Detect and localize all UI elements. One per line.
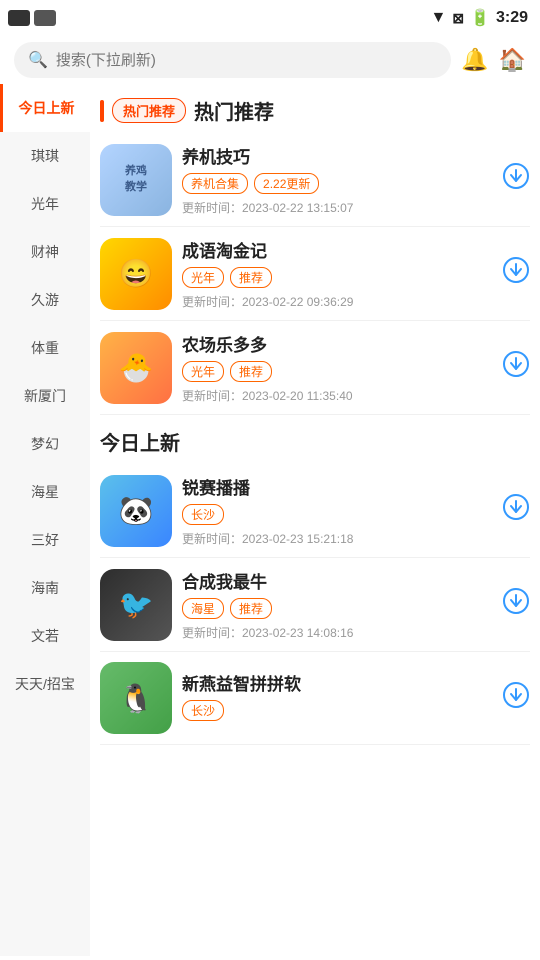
app-icon-nongchang[interactable]: 🐣 [100,332,172,404]
app-tags-xinyan: 长沙 [182,700,492,721]
tag-tuijian-chengyu[interactable]: 推荐 [230,267,272,288]
app-info-hecheng: 合成我最牛 海星 推荐 更新时间：2023-02-23 14:08:16 [182,568,492,641]
download-btn-hecheng[interactable] [502,587,530,622]
sidebar-item-menghuan[interactable]: 梦幻 [0,420,90,468]
tag-changsha-xinyan[interactable]: 长沙 [182,700,224,721]
app-icon-ruisai[interactable]: 🐼 [100,475,172,547]
app-name-hecheng: 合成我最牛 [182,568,492,593]
status-time: 3:29 [496,9,528,27]
search-icon: 🔍 [28,50,48,70]
app-item-chengyu: 😄 成语淘金记 光年 推荐 更新时间：2023-02-22 09:36:29 [100,227,530,321]
status-right: ▼ ⊠ 🔋 3:29 [430,8,528,28]
hot-tab[interactable]: 热门推荐 [112,98,186,123]
download-btn-ruisai[interactable] [502,493,530,528]
status-left-icons [8,10,56,26]
bell-icon[interactable]: 🔔 [461,47,488,73]
app-time-chengyu: 更新时间：2023-02-22 09:36:29 [182,293,492,310]
search-bar: 🔍 🔔 🏠 [0,36,540,84]
app-icon-2 [34,10,56,26]
wifi-icon: ▼ [430,9,446,27]
tag-changsha-ruisai[interactable]: 长沙 [182,504,224,525]
app-name-yangji: 养机技巧 [182,143,492,168]
app-icon-xinyan[interactable]: 🐧 [100,662,172,734]
app-icon-1 [8,10,30,26]
sidebar-item-guangnian[interactable]: 光年 [0,180,90,228]
download-btn-xinyan[interactable] [502,681,530,716]
new-section-header: 今日上新 [100,415,530,464]
hot-title: 热门推荐 [194,96,274,125]
app-name-xinyan: 新燕益智拼拼软 [182,670,492,695]
app-time-nongchang: 更新时间：2023-02-20 11:35:40 [182,387,492,404]
download-btn-yangji[interactable] [502,162,530,197]
app-info-chengyu: 成语淘金记 光年 推荐 更新时间：2023-02-22 09:36:29 [182,237,492,310]
content-area: 热门推荐 热门推荐 养鸡 教学 养机技巧 养机合集 2.22更新 更新时间：20… [90,84,540,956]
tag-tuijian-hecheng[interactable]: 推荐 [230,598,272,619]
sidebar-item-jintrishangxin[interactable]: 今日上新 [0,84,90,132]
home-icon[interactable]: 🏠 [499,47,526,73]
sidebar-item-xinxiamen[interactable]: 新厦门 [0,372,90,420]
app-item-ruisai: 🐼 锐赛播播 长沙 更新时间：2023-02-23 15:21:18 [100,464,530,558]
hot-section-header: 热门推荐 热门推荐 [100,84,530,133]
sidebar-item-haixing[interactable]: 海星 [0,468,90,516]
app-info-yangji: 养机技巧 养机合集 2.22更新 更新时间：2023-02-22 13:15:0… [182,143,492,216]
app-item-hecheng: 🐦 合成我最牛 海星 推荐 更新时间：2023-02-23 14:08:16 [100,558,530,652]
download-btn-nongchang[interactable] [502,350,530,385]
sidebar-item-hainan[interactable]: 海南 [0,564,90,612]
app-item-yangji: 养鸡 教学 养机技巧 养机合集 2.22更新 更新时间：2023-02-22 1… [100,133,530,227]
tag-haixing-hecheng[interactable]: 海星 [182,598,224,619]
app-name-nongchang: 农场乐多多 [182,331,492,356]
tag-guangnian-nongchang[interactable]: 光年 [182,361,224,382]
tag-yangjihezi[interactable]: 养机合集 [182,173,248,194]
tag-tuijian-nongchang[interactable]: 推荐 [230,361,272,382]
app-time-hecheng: 更新时间：2023-02-23 14:08:16 [182,624,492,641]
download-btn-chengyu[interactable] [502,256,530,291]
app-item-nongchang: 🐣 农场乐多多 光年 推荐 更新时间：2023-02-20 11:35:40 [100,321,530,415]
app-info-ruisai: 锐赛播播 长沙 更新时间：2023-02-23 15:21:18 [182,474,492,547]
signal-icon: ⊠ [452,10,464,27]
sidebar-item-caishen[interactable]: 财神 [0,228,90,276]
app-tags-nongchang: 光年 推荐 [182,361,492,382]
app-icon-hecheng[interactable]: 🐦 [100,569,172,641]
sidebar-item-wenruo[interactable]: 文若 [0,612,90,660]
app-icon-chengyu[interactable]: 😄 [100,238,172,310]
app-time-ruisai: 更新时间：2023-02-23 15:21:18 [182,530,492,547]
sidebar-item-tizhong[interactable]: 体重 [0,324,90,372]
app-name-chengyu: 成语淘金记 [182,237,492,262]
app-info-xinyan: 新燕益智拼拼软 长沙 [182,670,492,726]
sidebar-item-qiqi[interactable]: 琪琪 [0,132,90,180]
main-layout: 今日上新 琪琪 光年 财神 久游 体重 新厦门 梦幻 海星 三好 海南 文若 天… [0,84,540,956]
section-bar-hot [100,100,104,122]
tag-222gengxin[interactable]: 2.22更新 [254,173,319,194]
tag-guangnian-chengyu[interactable]: 光年 [182,267,224,288]
battery-icon: 🔋 [470,8,490,28]
app-time-yangji: 更新时间：2023-02-22 13:15:07 [182,199,492,216]
sidebar-item-jiuyou[interactable]: 久游 [0,276,90,324]
sidebar-item-sanhao[interactable]: 三好 [0,516,90,564]
app-info-nongchang: 农场乐多多 光年 推荐 更新时间：2023-02-20 11:35:40 [182,331,492,404]
search-input[interactable] [56,52,437,69]
app-name-ruisai: 锐赛播播 [182,474,492,499]
app-tags-yangji: 养机合集 2.22更新 [182,173,492,194]
app-icon-yangji[interactable]: 养鸡 教学 [100,144,172,216]
new-title: 今日上新 [100,427,180,456]
sidebar: 今日上新 琪琪 光年 财神 久游 体重 新厦门 梦幻 海星 三好 海南 文若 天… [0,84,90,956]
app-item-xinyan: 🐧 新燕益智拼拼软 长沙 [100,652,530,745]
app-tags-hecheng: 海星 推荐 [182,598,492,619]
app-tags-ruisai: 长沙 [182,504,492,525]
status-bar: ▼ ⊠ 🔋 3:29 [0,0,540,36]
app-tags-chengyu: 光年 推荐 [182,267,492,288]
sidebar-item-tiantianzhaobao[interactable]: 天天/招宝 [0,660,90,708]
